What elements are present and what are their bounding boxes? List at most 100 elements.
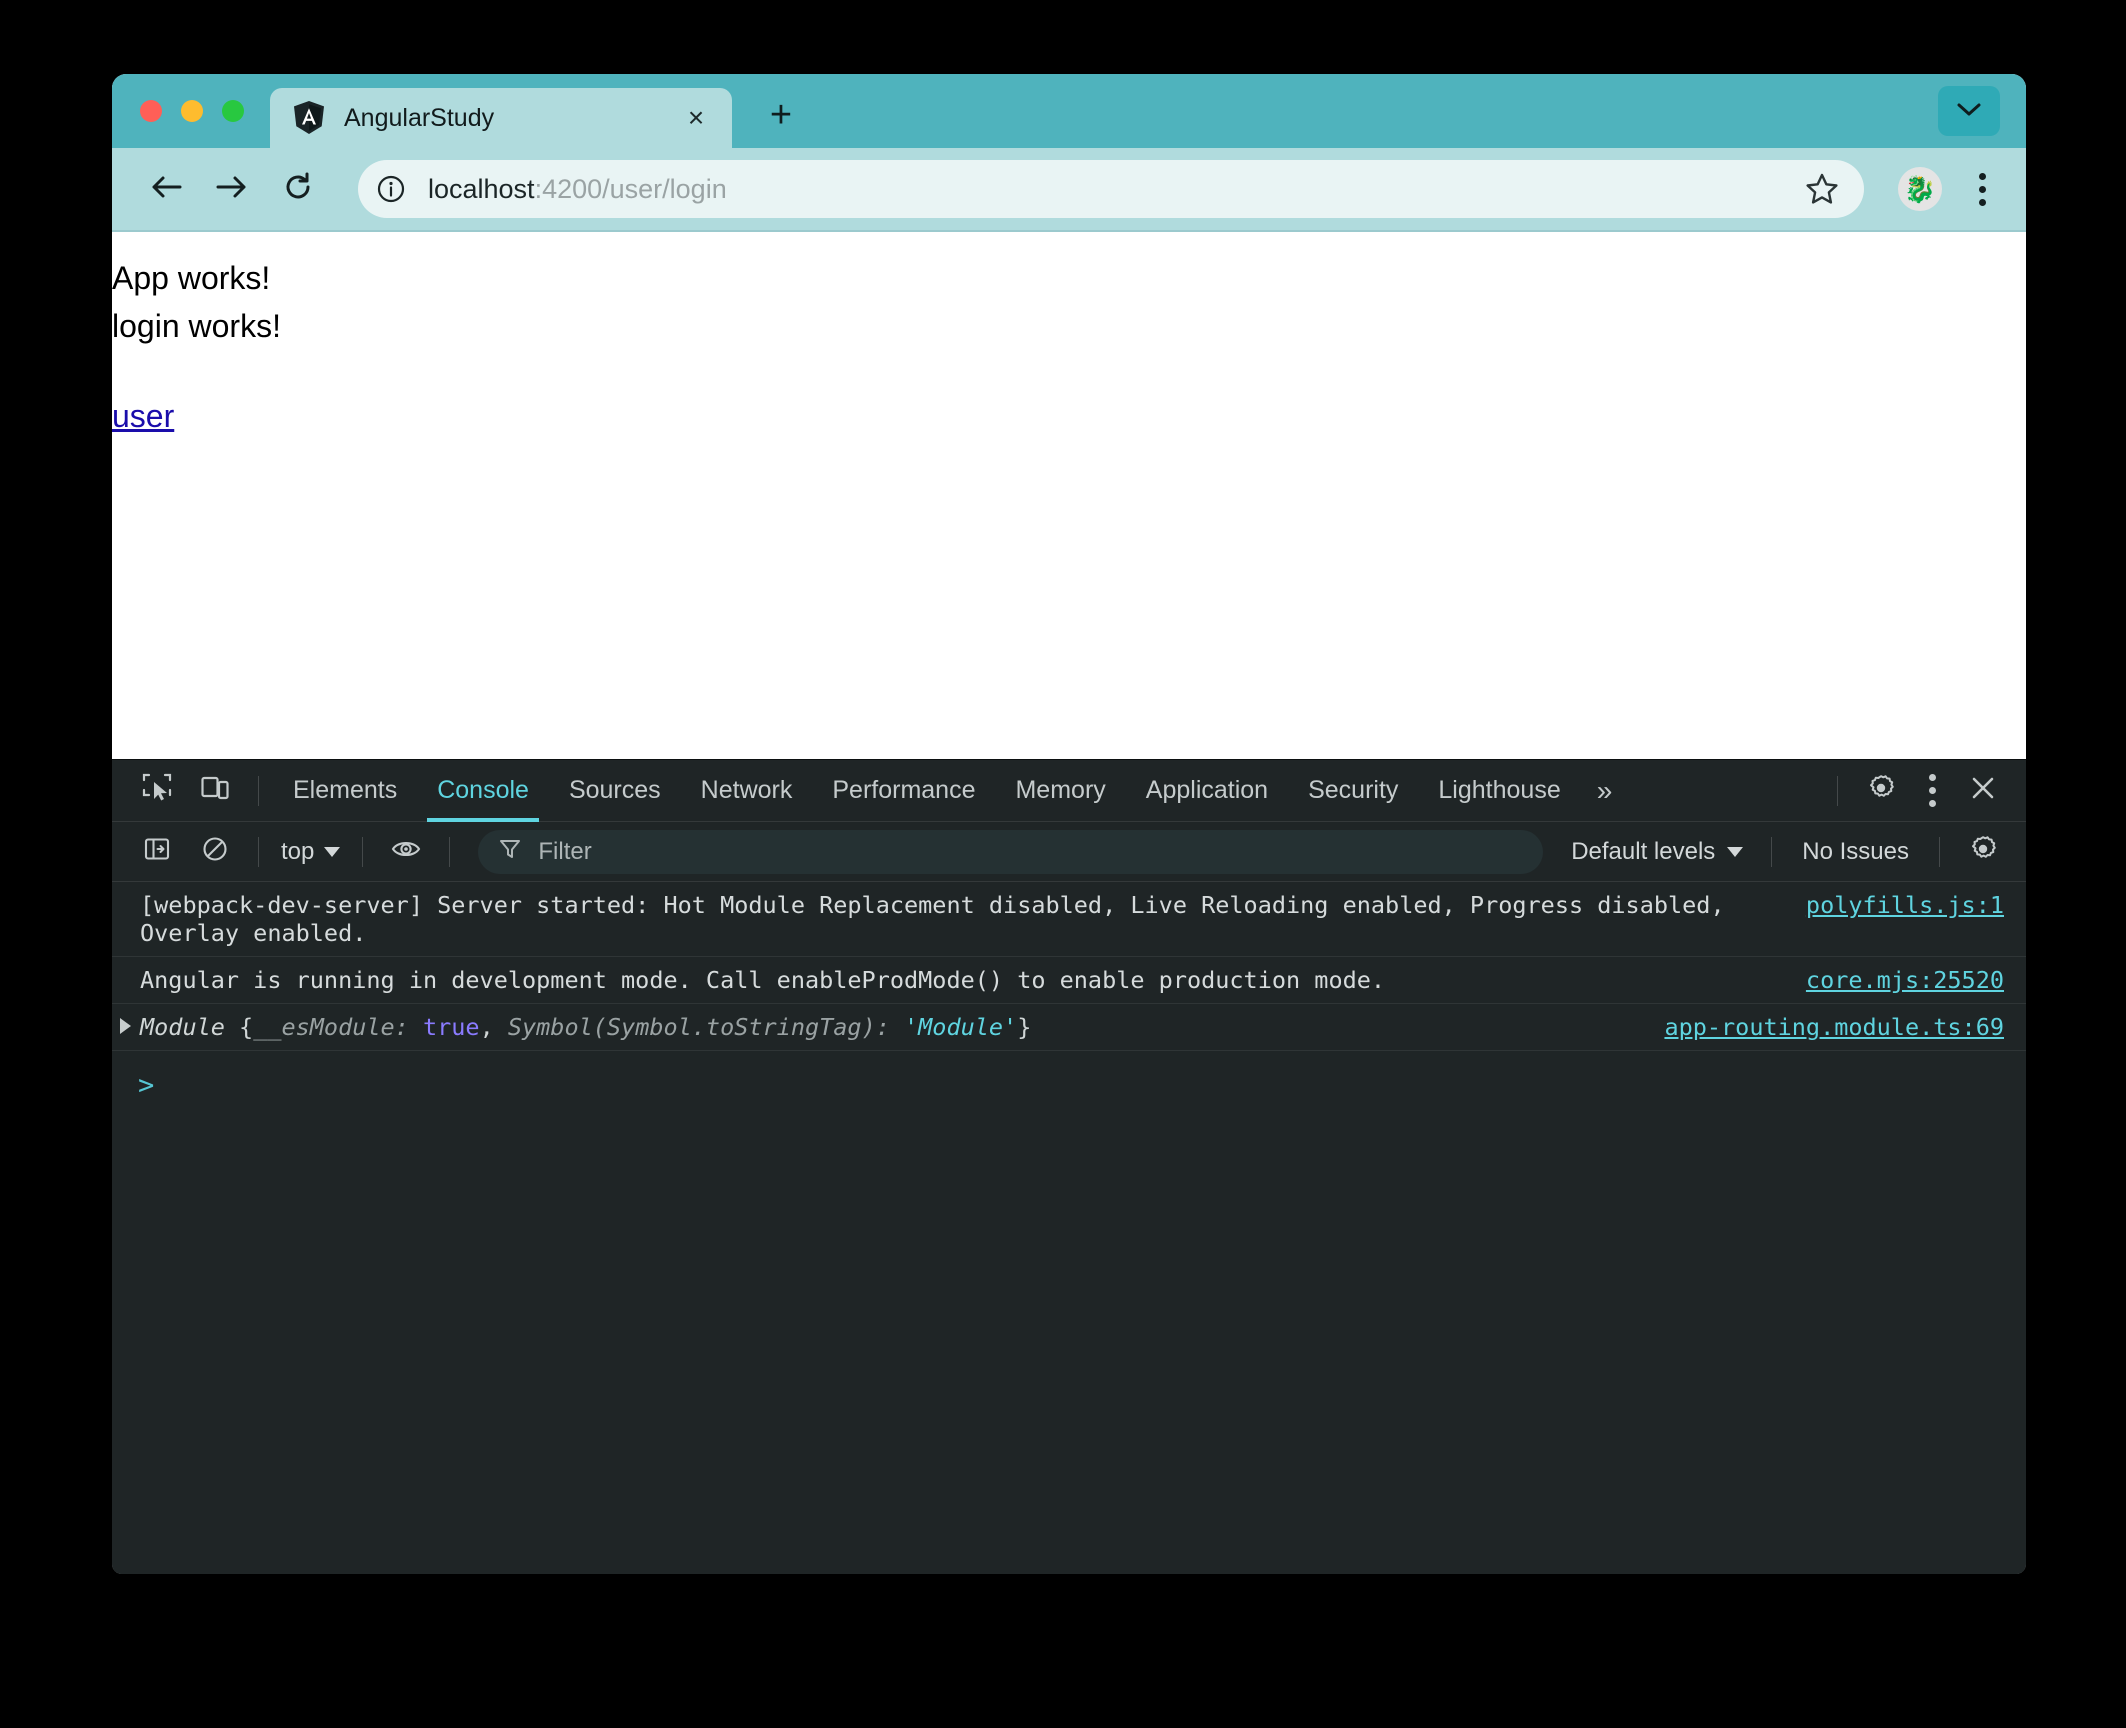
url-text: localhost:4200/user/login xyxy=(428,174,1796,205)
close-icon xyxy=(1969,774,1997,807)
toolbar-divider xyxy=(1837,776,1838,806)
object-open-brace: { xyxy=(225,1013,253,1041)
inspect-element-icon xyxy=(142,773,172,808)
page-text-login-works: login works! xyxy=(112,302,2026,350)
console-filter-placeholder: Filter xyxy=(538,838,591,866)
log-levels-label: Default levels xyxy=(1571,838,1715,866)
kebab-menu-icon xyxy=(1979,173,1986,180)
back-button[interactable] xyxy=(138,161,194,217)
console-settings-button[interactable] xyxy=(1958,827,2008,877)
tab-search-button[interactable] xyxy=(1938,86,2000,136)
devtools-panel: Elements Console Sources Network Perform… xyxy=(112,759,2026,1574)
console-message-source-link[interactable]: core.mjs:25520 xyxy=(1776,966,2004,994)
toolbar-divider xyxy=(449,837,450,867)
new-tab-button[interactable]: + xyxy=(754,88,808,142)
console-message-text: Angular is running in development mode. … xyxy=(112,966,1776,994)
console-prompt[interactable]: > xyxy=(112,1051,2026,1119)
console-prompt-caret-icon: > xyxy=(138,1072,154,1099)
page-link-user[interactable]: user xyxy=(112,398,174,435)
devtools-tab-lighthouse[interactable]: Lighthouse xyxy=(1418,760,1580,822)
devtools-tab-elements[interactable]: Elements xyxy=(273,760,417,822)
object-value-module: 'Module' xyxy=(904,1013,1017,1041)
devtools-more-options-button[interactable] xyxy=(1910,763,1954,819)
devtools-tab-security[interactable]: Security xyxy=(1288,760,1418,822)
browser-menu-button[interactable] xyxy=(1960,161,2004,217)
kebab-menu-icon xyxy=(1929,800,1936,807)
devtools-tab-sources[interactable]: Sources xyxy=(549,760,681,822)
info-circle-icon[interactable] xyxy=(368,166,414,212)
window-close-button[interactable] xyxy=(140,100,162,122)
live-expression-button[interactable] xyxy=(381,827,431,877)
address-bar[interactable]: localhost:4200/user/login xyxy=(358,160,1864,218)
page-viewport: App works! login works! user xyxy=(112,232,2026,759)
console-message[interactable]: Angular is running in development mode. … xyxy=(112,957,2026,1004)
console-message-list: [webpack-dev-server] Server started: Hot… xyxy=(112,882,2026,1574)
kebab-menu-icon xyxy=(1979,199,1986,206)
reload-icon xyxy=(282,171,314,208)
console-toolbar: top Filt xyxy=(112,822,2026,882)
kebab-menu-icon xyxy=(1979,186,1986,193)
url-path: :4200/user/login xyxy=(535,174,727,204)
more-tabs-button[interactable]: » xyxy=(1581,760,1629,822)
console-filter-input[interactable]: Filter xyxy=(478,830,1543,874)
console-log-levels-selector[interactable]: Default levels xyxy=(1557,838,1757,866)
console-context-selector[interactable]: top xyxy=(273,831,348,873)
object-close-brace: } xyxy=(1017,1013,1031,1041)
devtools-settings-button[interactable] xyxy=(1856,766,1906,816)
chevron-down-icon xyxy=(324,847,340,857)
console-sidebar-icon xyxy=(143,835,171,868)
forward-arrow-icon xyxy=(215,172,249,207)
devtools-tab-performance[interactable]: Performance xyxy=(812,760,995,822)
console-message[interactable]: [webpack-dev-server] Server started: Hot… xyxy=(112,882,2026,957)
profile-avatar[interactable]: 🐉 xyxy=(1898,167,1942,211)
clear-console-icon xyxy=(201,835,229,868)
devtools-tab-network[interactable]: Network xyxy=(681,760,813,822)
object-key-esmodule: __esModule: xyxy=(253,1013,423,1041)
back-arrow-icon xyxy=(149,172,183,207)
browser-toolbar: localhost:4200/user/login 🐉 xyxy=(112,148,2026,232)
toolbar-divider xyxy=(362,837,363,867)
console-sidebar-button[interactable] xyxy=(132,827,182,877)
console-message-source-link[interactable]: app-routing.module.ts:69 xyxy=(1634,1013,2004,1041)
console-message-text: [webpack-dev-server] Server started: Hot… xyxy=(112,891,1776,947)
devtools-close-button[interactable] xyxy=(1958,766,2008,816)
browser-window: AngularStudy × + xyxy=(112,74,2026,1574)
devtools-tab-application[interactable]: Application xyxy=(1126,760,1288,822)
object-comma: , xyxy=(480,1013,508,1041)
toolbar-divider xyxy=(1771,837,1772,867)
page-text-app-works: App works! xyxy=(112,254,2026,302)
gear-icon xyxy=(1968,834,1998,869)
issues-counter[interactable]: No Issues xyxy=(1786,838,1925,866)
device-toolbar-button[interactable] xyxy=(190,766,240,816)
console-message-source-link[interactable]: polyfills.js:1 xyxy=(1776,891,2004,919)
tab-close-button[interactable]: × xyxy=(678,100,714,136)
window-zoom-button[interactable] xyxy=(222,100,244,122)
filter-funnel-icon xyxy=(498,837,522,866)
object-key-tostringtag: Symbol(Symbol.toStringTag): xyxy=(508,1013,904,1041)
browser-tab-angularstudy[interactable]: AngularStudy × xyxy=(270,88,732,148)
chevron-down-icon xyxy=(1956,101,1982,122)
avatar-glyph: 🐉 xyxy=(1904,176,1936,202)
gear-icon xyxy=(1866,773,1896,808)
chevron-down-icon xyxy=(1727,847,1743,857)
disclosure-triangle-icon[interactable] xyxy=(120,1018,131,1034)
reload-button[interactable] xyxy=(270,161,326,217)
object-value-true: true xyxy=(423,1013,480,1041)
devtools-tab-memory[interactable]: Memory xyxy=(995,760,1125,822)
url-host: localhost xyxy=(428,174,535,204)
toolbar-divider xyxy=(258,776,259,806)
device-toolbar-icon xyxy=(200,773,230,808)
devtools-tabbar: Elements Console Sources Network Perform… xyxy=(112,760,2026,822)
star-icon[interactable] xyxy=(1796,163,1848,215)
clear-console-button[interactable] xyxy=(190,827,240,877)
tab-title: AngularStudy xyxy=(344,104,678,133)
console-message-object[interactable]: Module {__esModule: true, Symbol(Symbol.… xyxy=(112,1004,2026,1051)
devtools-tab-console[interactable]: Console xyxy=(417,760,549,822)
traffic-lights xyxy=(112,74,244,148)
inspect-element-button[interactable] xyxy=(132,766,182,816)
forward-button[interactable] xyxy=(204,161,260,217)
tab-strip: AngularStudy × + xyxy=(112,74,2026,148)
window-minimize-button[interactable] xyxy=(181,100,203,122)
kebab-menu-icon xyxy=(1929,774,1936,781)
object-name: Module xyxy=(140,1013,225,1041)
